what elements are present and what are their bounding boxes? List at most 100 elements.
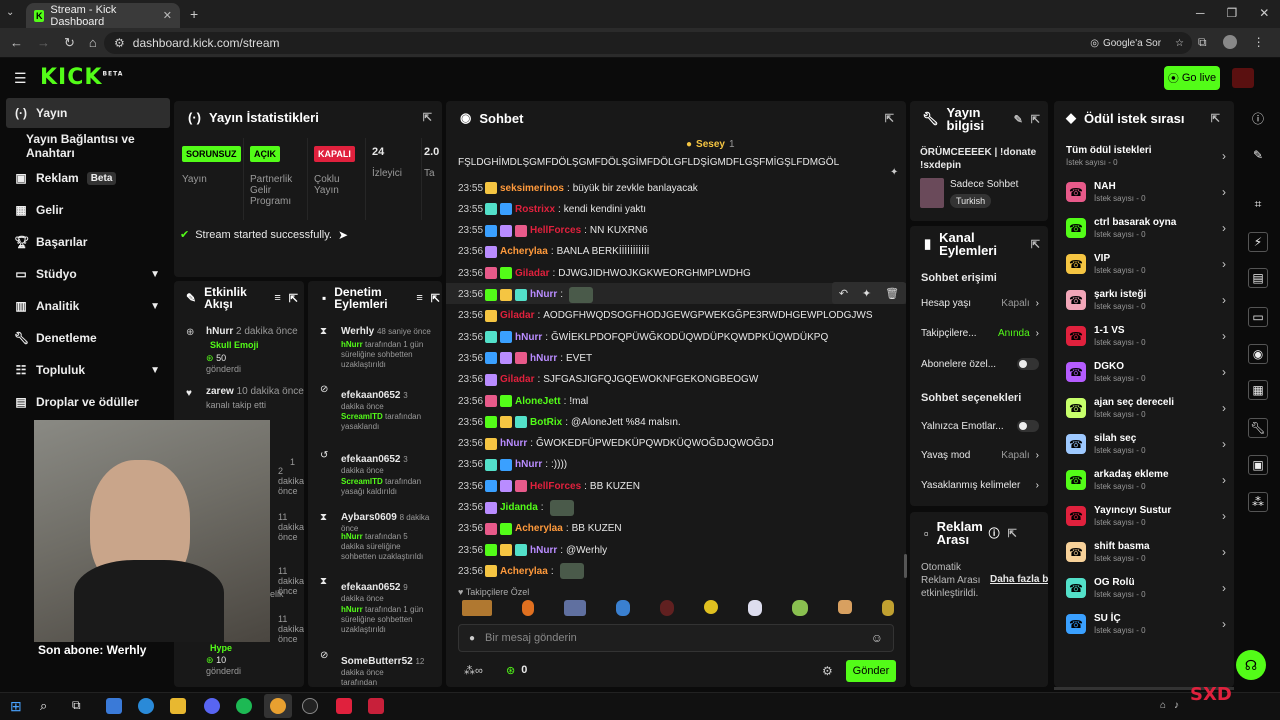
banned-words-row[interactable]: Yasaklanmış kelimeler › — [921, 480, 1039, 491]
emote[interactable] — [462, 600, 492, 616]
chat-username[interactable]: hNurr — [530, 289, 557, 300]
emoji-icon[interactable]: ☺ — [871, 631, 883, 645]
capture-icon[interactable]: ⌗ — [1244, 190, 1272, 218]
chat-username[interactable]: Giladar — [500, 374, 534, 385]
go-live-button[interactable]: ⦿ Go live — [1164, 66, 1220, 90]
support-headset-icon[interactable]: ☊ — [1236, 650, 1266, 680]
info-icon[interactable]: ⓘ — [989, 525, 1000, 541]
chat-message[interactable]: 23:56 hNurr::)))) — [458, 455, 567, 475]
chat-input[interactable]: ● Bir mesaj gönderin ☺ — [458, 624, 894, 652]
all-rewards-row[interactable]: Tüm ödül istekleri İstek sayısı - 0 › — [1066, 138, 1226, 174]
nodes-icon[interactable]: ⁂ — [1244, 488, 1272, 516]
taskbar-edge-icon[interactable] — [138, 698, 154, 714]
reward-item[interactable]: ☎ 1-1 VS İstek sayısı - 0 › — [1066, 318, 1226, 354]
taskbar-app-icon[interactable] — [368, 698, 384, 714]
chat-username[interactable]: BotRix — [530, 417, 562, 428]
system-tray[interactable]: ⌂ ♪ — [1160, 700, 1179, 711]
slow-mode-row[interactable]: Yavaş mod Kapalı › — [921, 450, 1039, 461]
chat-message[interactable]: 23:56 Acherylaa: BANLA BERKİİİİİİİİİİİ — [458, 242, 649, 262]
chat-username[interactable]: Acherylaa — [500, 246, 548, 257]
ads-learn-more-link[interactable]: Daha fazla bil — [990, 574, 1048, 585]
emote[interactable] — [564, 600, 586, 616]
chat-username[interactable]: hNurr — [515, 459, 542, 470]
reload-icon[interactable]: ↻ — [64, 35, 75, 51]
reward-item[interactable]: ☎ silah seç İstek sayısı - 0 › — [1066, 426, 1226, 462]
popout-icon[interactable]: ⇱ — [1031, 113, 1040, 126]
sidebar-item-basarilar[interactable]: 🏆︎ Başarılar — [6, 227, 170, 257]
reward-item[interactable]: ☎ shift basma İstek sayısı - 0 › — [1066, 534, 1226, 570]
chat-username[interactable]: hNurr — [530, 545, 557, 556]
lightning-icon[interactable]: ⚡︎ — [1244, 228, 1272, 256]
chat-message[interactable]: 23:55 seksimerinos: büyük bir zevkle banla… — [458, 178, 698, 198]
task-view-icon[interactable]: ⧉ — [72, 698, 81, 713]
chat-username[interactable]: HellForces — [530, 481, 581, 492]
chat-message[interactable]: 23:56 hNurr: @Werhly — [458, 540, 607, 560]
chat-username[interactable]: Giladar — [500, 310, 534, 321]
chat-message[interactable]: 23:56 Giladar: SJFGASJIGFQJGQEWOKNFGEKONGB… — [458, 370, 758, 390]
emote[interactable] — [882, 600, 894, 616]
chat-username[interactable]: Acherylaa — [500, 566, 548, 577]
reward-item[interactable]: ☎ SU İÇ İstek sayısı - 0 › — [1066, 606, 1226, 642]
channel-points-icon[interactable]: ⁂∞ — [464, 664, 483, 677]
followers-only-row[interactable]: Takipçilere... Anında › — [921, 328, 1039, 339]
reward-item[interactable]: ☎ DGKO İstek sayısı - 0 › — [1066, 354, 1226, 390]
kick-logo[interactable]: KICKBETA — [40, 65, 123, 90]
reward-item[interactable]: ☎ NAH İstek sayısı - 0 › — [1066, 174, 1226, 210]
hamburger-menu-icon[interactable]: ☰ — [14, 70, 27, 87]
emote[interactable] — [838, 600, 852, 614]
send-button[interactable]: Gönder — [846, 660, 896, 682]
search-icon[interactable]: ⌕ — [40, 698, 47, 714]
popout-icon[interactable]: ⇱ — [1211, 112, 1220, 125]
chat-message[interactable]: 23:56 AloneJett: !mal — [458, 391, 588, 411]
broadcast-icon[interactable]: ◉ — [1244, 340, 1272, 368]
chat-username[interactable]: AloneJett — [515, 396, 561, 407]
taskbar-app-icon[interactable] — [336, 698, 352, 714]
reward-item[interactable]: ☎ arkadaş ekleme İstek sayısı - 0 › — [1066, 462, 1226, 498]
chat-message[interactable]: 23:56 BotRix: @AloneJett %84 malsın. — [458, 412, 681, 432]
emote[interactable] — [792, 600, 808, 616]
taskbar-discord-icon[interactable] — [204, 698, 220, 714]
chat-message[interactable]: 23:56 Giladar: DJWGJIDHWOJKGKWEORGHMPLWDHG — [458, 263, 751, 283]
emote[interactable] — [704, 600, 718, 614]
chat-username[interactable]: seksimerinos — [500, 183, 564, 194]
list-icon[interactable]: ▦ — [1244, 376, 1272, 404]
forward-icon[interactable]: → — [37, 35, 50, 51]
sidebar-item-droplar[interactable]: ▤ Droplar ve ödüller — [6, 387, 170, 417]
new-tab-icon[interactable]: + — [190, 6, 198, 22]
taskbar-obs-icon[interactable] — [302, 698, 318, 714]
reply-icon[interactable]: ↶ — [839, 287, 848, 300]
chat-username[interactable]: Giladar — [515, 268, 549, 279]
sidebar-item-yayin[interactable]: (·) Yayın — [6, 98, 170, 128]
sidebar-item-analitik[interactable]: ▥ Analitik ▼ — [6, 291, 170, 321]
pin-icon[interactable]: ✦ — [890, 167, 898, 178]
chat-username[interactable]: Rostrixx — [515, 204, 555, 215]
chat-message[interactable]: 23:56 Jidanda: — [458, 498, 574, 518]
edit-icon[interactable]: ✎ — [1014, 113, 1023, 126]
tab-list-icon[interactable]: ⌄ — [6, 7, 14, 18]
popout-icon[interactable]: ⇱ — [289, 292, 298, 305]
popout-icon[interactable]: ⇱ — [423, 111, 432, 124]
reward-item[interactable]: ☎ Yayıncıyı Sustur İstek sayısı - 0 › — [1066, 498, 1226, 534]
subscribers-only-toggle[interactable] — [1017, 358, 1039, 370]
wrench-icon[interactable]: 🔧︎ — [1244, 414, 1272, 442]
chat-username[interactable]: HellForces — [530, 225, 581, 236]
emote[interactable] — [660, 600, 674, 616]
chat-username[interactable]: Jidanda — [500, 502, 538, 513]
emote[interactable] — [748, 600, 762, 616]
close-tab-icon[interactable]: ✕ — [163, 9, 172, 22]
chat-message[interactable]: 23:56 hNurr: EVET — [458, 348, 592, 368]
clipboard-icon[interactable]: ▤ — [1244, 264, 1272, 292]
emote[interactable] — [616, 600, 630, 616]
profile-avatar[interactable] — [1222, 35, 1237, 49]
reward-item[interactable]: ☎ ajan seç dereceli İstek sayısı - 0 › — [1066, 390, 1226, 426]
sidebar-item-studyo[interactable]: ▭ Stüdyo ▼ — [6, 259, 170, 289]
chat-icon[interactable]: ▭ — [1244, 303, 1272, 331]
chat-username[interactable]: Acherylaa — [515, 523, 563, 534]
sidebar-item-reklam[interactable]: ▣ Reklam Beta — [6, 163, 170, 193]
sidebar-item-denetleme[interactable]: 🔧︎ Denetleme — [6, 323, 170, 353]
site-info-icon[interactable]: ⚙ — [114, 36, 125, 50]
home-icon[interactable]: ⌂ — [89, 35, 97, 51]
user-avatar[interactable] — [1232, 68, 1254, 88]
chat-username[interactable]: hNurr — [515, 332, 542, 343]
popout-icon[interactable]: ⇱ — [1031, 238, 1040, 251]
